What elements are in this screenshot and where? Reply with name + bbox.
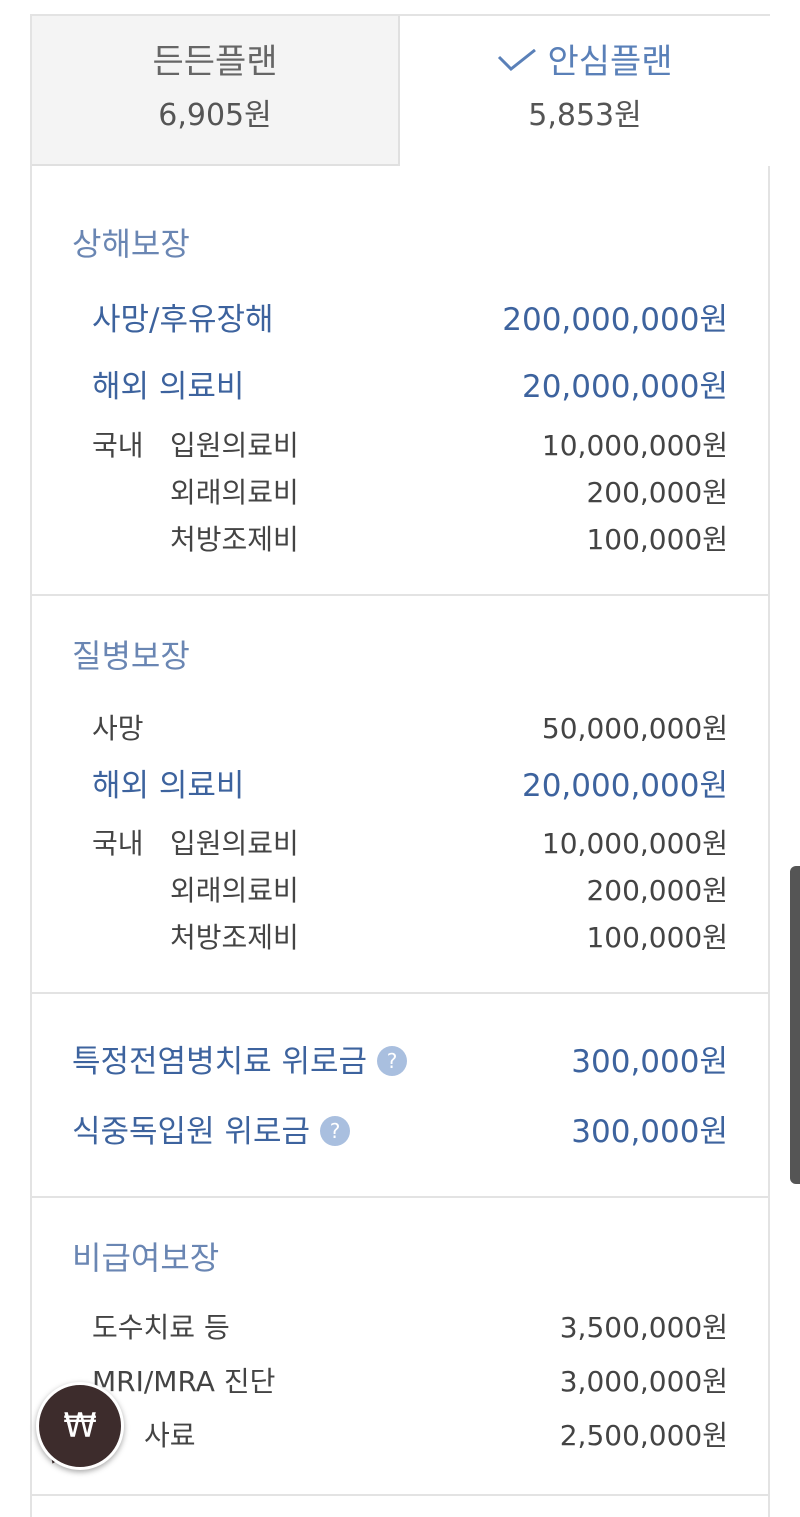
coverage-value: 20,000,000원	[521, 768, 728, 804]
help-icon[interactable]: ?	[377, 1045, 408, 1076]
coverage-label: 특정전염병치료 위로금	[72, 1044, 368, 1080]
coverage-label: 외래의료비	[170, 476, 299, 509]
coverage-row-disease-overseas: 해외 의료비 20,000,000원	[32, 766, 768, 806]
coverage-row-injury-prescription: 처방조제비 100,000원	[32, 520, 768, 560]
coverage-value: 20,000,000원	[521, 369, 728, 405]
coverage-row-disease-prescription: 처방조제비 100,000원	[32, 918, 768, 958]
tab-plan-name: 든든플랜	[152, 42, 278, 82]
coverage-row-injection: 사료 2,500,000원	[32, 1416, 768, 1456]
plan-card: 든든플랜 6,905원 안심플랜 5,853원 상해보장 사망/후유장해 200…	[30, 14, 770, 1517]
coverage-row-manual-therapy: 도수치료 등 3,500,000원	[32, 1308, 768, 1348]
coverage-row-injury-overseas: 해외 의료비 20,000,000원	[32, 367, 768, 407]
tab-plan-dendeun[interactable]: 든든플랜 6,905원	[32, 16, 400, 166]
coverage-row-disease-death: 사망 50,000,000원	[32, 709, 768, 749]
coverage-value: 2,500,000원	[559, 1419, 728, 1452]
coverage-row-mri: MRI/MRA 진단 3,000,000원	[32, 1362, 768, 1402]
scrollbar-handle[interactable]	[790, 866, 800, 1184]
tab-plan-price: 5,853원	[528, 98, 642, 133]
coverage-value: 50,000,000원	[541, 712, 728, 745]
tab-plan-ansim[interactable]: 안심플랜 5,853원	[400, 16, 770, 166]
coverage-label: 식중독입원 위로금	[72, 1114, 311, 1150]
coverage-row-disease-outpatient: 외래의료비 200,000원	[32, 871, 768, 911]
coverage-label: MRI/MRA 진단	[92, 1365, 276, 1398]
section-divider	[32, 992, 768, 994]
coverage-row-injury-death: 사망/후유장해 200,000,000원	[32, 300, 768, 340]
coverage-value: 3,000,000원	[559, 1365, 728, 1398]
coverage-value: 10,000,000원	[541, 827, 728, 860]
coverage-value: 100,000원	[586, 921, 728, 954]
tab-plan-price: 6,905원	[158, 98, 272, 133]
coverage-label-group: 특정전염병치료 위로금?	[72, 1042, 408, 1082]
coverage-value: 200,000원	[586, 874, 728, 907]
coverage-row-epidemic: 특정전염병치료 위로금? 300,000원	[32, 1042, 768, 1082]
section-title-injury: 상해보장	[72, 225, 190, 263]
section-divider	[32, 1494, 768, 1496]
section-title-non-covered: 비급여보장	[72, 1239, 220, 1277]
coverage-label: 입원의료비	[170, 827, 299, 860]
coverage-label: 입원의료비	[170, 429, 299, 462]
checkmark-icon	[498, 48, 537, 71]
coverage-label: 처방조제비	[170, 523, 299, 556]
coverage-row-disease-inpatient: 국내 입원의료비 10,000,000원	[32, 824, 768, 864]
won-fab-button[interactable]: ₩	[36, 1382, 124, 1470]
section-divider	[32, 594, 768, 596]
coverage-value: 200,000,000원	[502, 302, 728, 338]
coverage-label: 사망	[92, 712, 144, 745]
coverage-row-injury-inpatient: 국내 입원의료비 10,000,000원	[32, 426, 768, 466]
coverage-label: 해외 의료비	[92, 768, 245, 804]
coverage-value: 300,000원	[571, 1114, 728, 1150]
coverage-row-food-poisoning: 식중독입원 위로금? 300,000원	[32, 1112, 768, 1152]
coverage-value: 3,500,000원	[559, 1311, 728, 1344]
coverage-value: 200,000원	[586, 476, 728, 509]
coverage-value: 10,000,000원	[541, 429, 728, 462]
tab-plan-name-row: 안심플랜	[400, 42, 770, 82]
coverage-label: 해외 의료비	[92, 369, 245, 405]
coverage-label-group: 식중독입원 위로금?	[72, 1112, 351, 1152]
coverage-label: 사망/후유장해	[92, 302, 274, 338]
coverage-label: 외래의료비	[170, 874, 299, 907]
section-title-disease: 질병보장	[72, 637, 190, 675]
coverage-value: 100,000원	[586, 523, 728, 556]
domestic-label: 국내	[92, 827, 144, 860]
won-icon: ₩	[63, 1406, 97, 1446]
tab-plan-name: 안심플랜	[547, 42, 673, 82]
coverage-label: 처방조제비	[170, 921, 299, 954]
help-icon[interactable]: ?	[320, 1115, 351, 1146]
coverage-row-injury-outpatient: 외래의료비 200,000원	[32, 473, 768, 513]
coverage-value: 300,000원	[571, 1044, 728, 1080]
section-divider	[32, 1196, 768, 1198]
coverage-label: 도수치료 등	[92, 1311, 230, 1344]
domestic-label: 국내	[92, 429, 144, 462]
coverage-label: 사료	[144, 1419, 196, 1452]
